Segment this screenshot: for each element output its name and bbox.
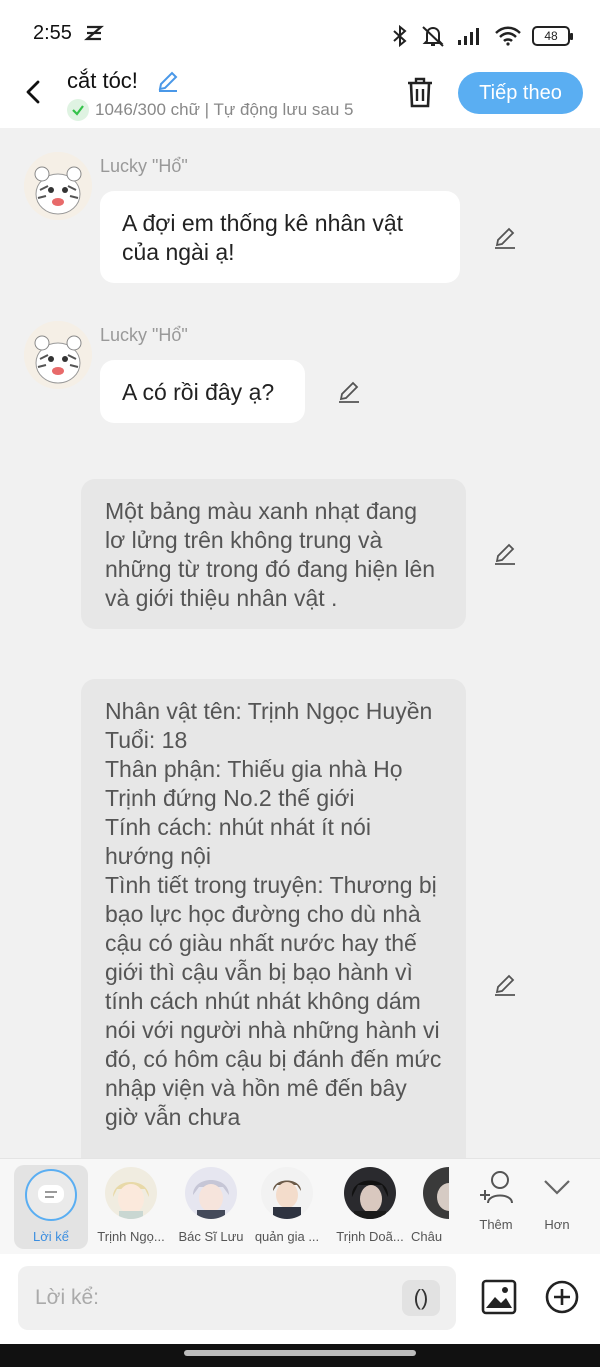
back-icon[interactable] (20, 76, 48, 108)
narration-bubble[interactable]: Một bảng màu xanh nhạt đang lơ lửng trên… (81, 479, 466, 629)
narrator-avatar (25, 1169, 77, 1221)
narrator-label: Lời kể (33, 1229, 69, 1244)
chevron-down-icon (544, 1180, 570, 1195)
narrator-selector[interactable]: Lời kể (14, 1165, 88, 1249)
story-title: cắt tóc! (67, 68, 138, 93)
character-item[interactable]: Trịnh Doã... (329, 1159, 411, 1249)
battery-level: 48 (544, 29, 558, 43)
profile-status-line: Thân phận: Thiếu gia nhà Họ Trịnh đứng N… (105, 756, 403, 811)
chat-area[interactable]: Lucky "Hổ" A đợi em thống kê nhân vật củ… (0, 128, 600, 1158)
narrator-bubble-icon (38, 1185, 64, 1203)
bluetooth-icon (393, 24, 407, 48)
word-count-text: 1046/300 chữ | Tự động lưu sau 5 (95, 100, 354, 119)
home-indicator[interactable] (184, 1350, 416, 1356)
character-avatar (185, 1167, 237, 1219)
add-character-button[interactable]: Thêm (466, 1169, 526, 1243)
status-icons: 48 (390, 22, 573, 50)
image-icon[interactable] (480, 1278, 518, 1316)
input-bar: Lời kể: () (0, 1254, 600, 1344)
message-bubble[interactable]: A đợi em thống kê nhân vật của ngài ạ! (100, 191, 460, 283)
more-button[interactable]: Hơn (527, 1169, 587, 1243)
narration-input[interactable]: Lời kể: () (18, 1266, 456, 1330)
profile-personality-line: Tính cách: nhút nhát ít nói hướng nội (105, 814, 371, 869)
word-count-status: 1046/300 chữ | Tự động lưu sau 5 (67, 98, 380, 122)
character-name: Trịnh Doã... (336, 1229, 404, 1244)
saved-check-icon (67, 99, 89, 121)
message-bubble[interactable]: A có rồi đây ạ? (100, 360, 305, 423)
edit-pencil-icon[interactable] (336, 379, 362, 405)
character-item[interactable]: quản gia ... (246, 1159, 328, 1249)
edit-pencil-icon[interactable] (492, 972, 518, 998)
trash-icon[interactable] (404, 76, 436, 110)
character-avatar (344, 1167, 396, 1219)
character-selector: Lời kể Trịnh Ngọ... Bác Sĩ Lưu quản gia … (0, 1158, 600, 1254)
character-item[interactable]: Bác Sĩ Lưu (170, 1159, 252, 1249)
tiger-avatar[interactable] (24, 321, 92, 389)
wifi-icon (495, 26, 521, 46)
character-profile-bubble[interactable]: Nhân vật tên: Trịnh Ngọc Huyền Tuổi: 18 … (81, 679, 466, 1158)
parentheses-button[interactable]: () (402, 1280, 440, 1316)
signal-icon (458, 28, 479, 45)
character-item[interactable]: Trịnh Ngọ... (90, 1159, 172, 1249)
battery-indicator: 48 (532, 26, 573, 46)
header: cắt tóc! 1046/300 chữ | Tự động lưu sau … (0, 64, 600, 128)
add-character-label: Thêm (479, 1217, 513, 1232)
system-nav-bar (0, 1344, 600, 1367)
nfc-icon (84, 25, 104, 41)
profile-plot-line: Tình tiết trong truyện: Thương bị bạo lự… (105, 872, 442, 1130)
status-time: 2:55 (33, 22, 72, 44)
character-avatar (261, 1167, 313, 1219)
edit-pencil-icon[interactable] (492, 225, 518, 251)
character-item[interactable]: Châu (405, 1159, 449, 1249)
edit-pencil-icon[interactable] (492, 541, 518, 567)
sender-name: Lucky "Hổ" (100, 325, 188, 345)
character-name: Trịnh Ngọ... (97, 1229, 165, 1244)
profile-age-line: Tuổi: 18 (105, 727, 188, 753)
character-avatar (423, 1167, 449, 1219)
input-placeholder: Lời kể: (35, 1286, 99, 1309)
tiger-avatar[interactable] (24, 152, 92, 220)
sender-name: Lucky "Hổ" (100, 156, 188, 176)
more-label: Hơn (544, 1217, 570, 1232)
add-person-icon (480, 1171, 513, 1204)
character-avatar (105, 1167, 157, 1219)
profile-name-line: Nhân vật tên: Trịnh Ngọc Huyền (105, 698, 433, 724)
character-name: quản gia ... (254, 1229, 320, 1244)
character-name: Châu (411, 1229, 443, 1244)
mute-bell-icon (422, 26, 444, 47)
next-button[interactable]: Tiếp theo (458, 72, 583, 114)
status-bar: 2:55 48 (0, 0, 600, 64)
plus-circle-icon[interactable] (545, 1280, 579, 1314)
edit-title-icon[interactable] (155, 68, 181, 94)
character-name: Bác Sĩ Lưu (178, 1229, 244, 1244)
